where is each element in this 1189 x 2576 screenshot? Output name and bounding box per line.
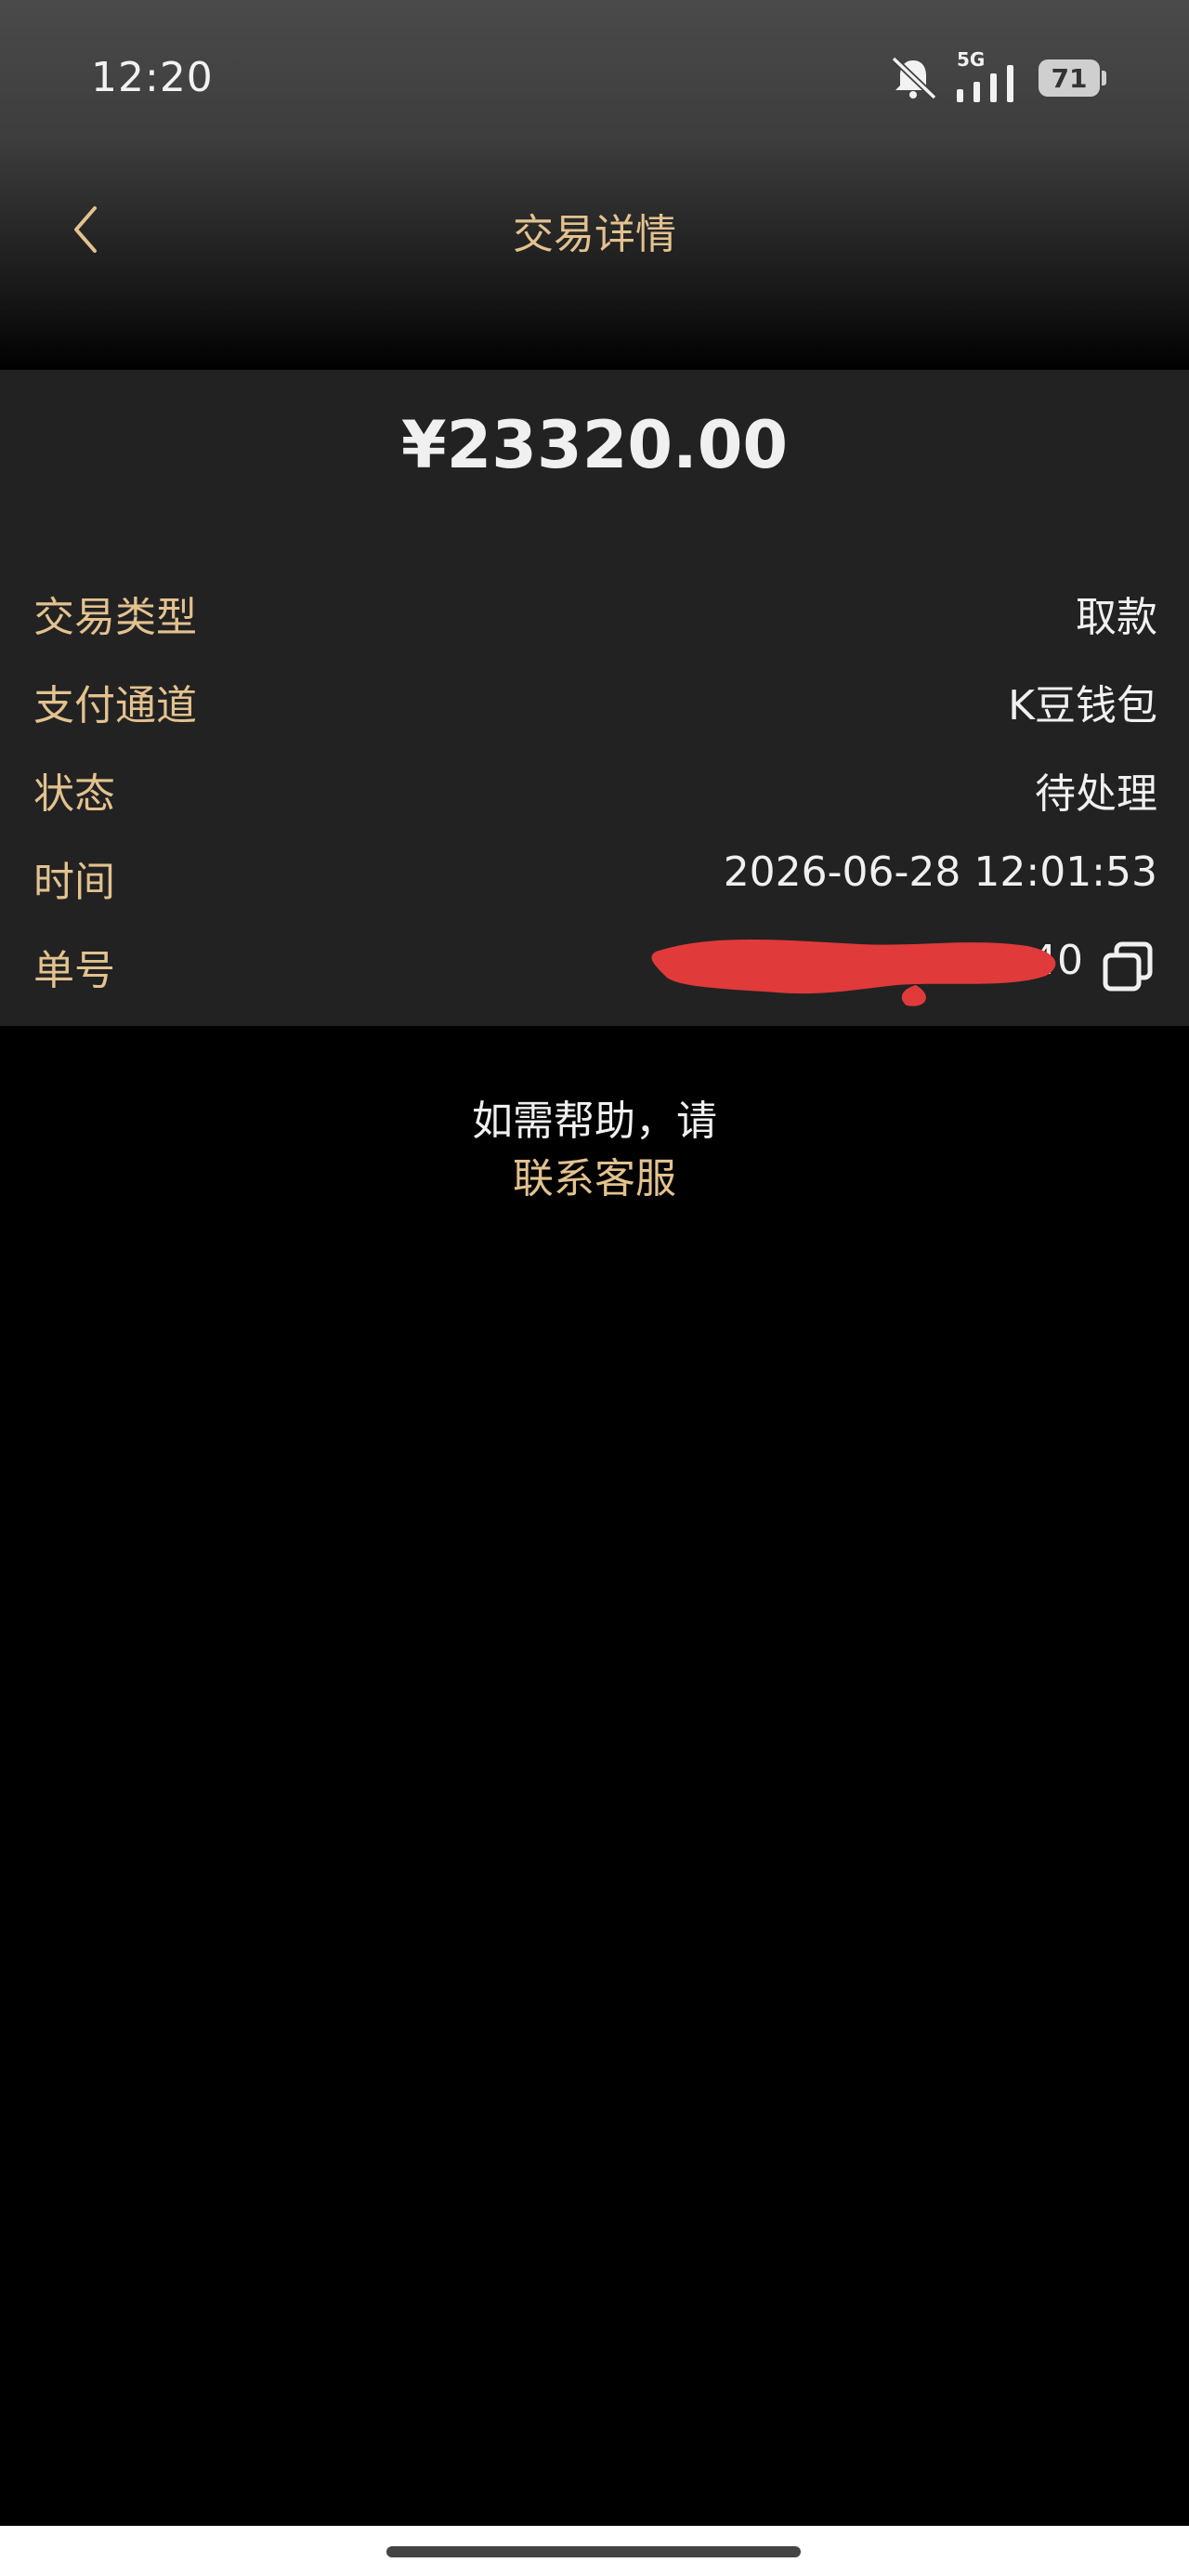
- detail-row-order: 单号 1 40: [33, 929, 1157, 1006]
- detail-value: K豆钱包: [1008, 682, 1157, 729]
- nav-bar: 交易详情: [0, 167, 1189, 288]
- detail-row-type: 交易类型 取款: [33, 576, 1157, 641]
- detail-row-channel: 支付通道 K豆钱包: [33, 664, 1157, 729]
- detail-value: 取款: [1076, 594, 1157, 641]
- home-indicator[interactable]: [386, 2546, 801, 2557]
- status-time: 12:20: [91, 54, 214, 101]
- help-text: 如需帮助，请: [472, 1097, 717, 1145]
- status-bar: 12:20 5G 71: [0, 0, 1189, 158]
- detail-label: 状态: [33, 770, 115, 818]
- page-title: 交易详情: [513, 211, 676, 258]
- detail-row-time: 时间 2026-06-28 12:01:53: [33, 841, 1157, 906]
- detail-label: 时间: [33, 859, 115, 906]
- detail-label: 单号: [33, 947, 115, 994]
- detail-value: 待处理: [1035, 770, 1157, 818]
- order-number-field: 1 40: [637, 929, 1157, 1006]
- detail-row-status: 状态 待处理: [33, 753, 1157, 818]
- status-icons: 5G 71: [886, 48, 1106, 104]
- detail-value: 2026-06-28 12:01:53: [723, 848, 1157, 896]
- copy-icon[interactable]: [1100, 939, 1156, 994]
- contact-support-link[interactable]: 联系客服: [0, 1145, 1189, 1204]
- battery-level: 71: [1051, 62, 1088, 94]
- bell-off-icon: [891, 56, 937, 100]
- detail-label: 交易类型: [33, 594, 197, 641]
- transaction-detail-card: ¥23320.00 交易类型 取款 支付通道 K豆钱包 状态 待处理 时间 20…: [0, 370, 1189, 1026]
- battery-icon: 71: [1039, 59, 1106, 97]
- signal-icon: 5G: [955, 48, 1024, 102]
- redaction-scribble: [651, 940, 1056, 1006]
- detail-label: 支付通道: [33, 682, 197, 729]
- transaction-amount: ¥23320.00: [400, 407, 789, 483]
